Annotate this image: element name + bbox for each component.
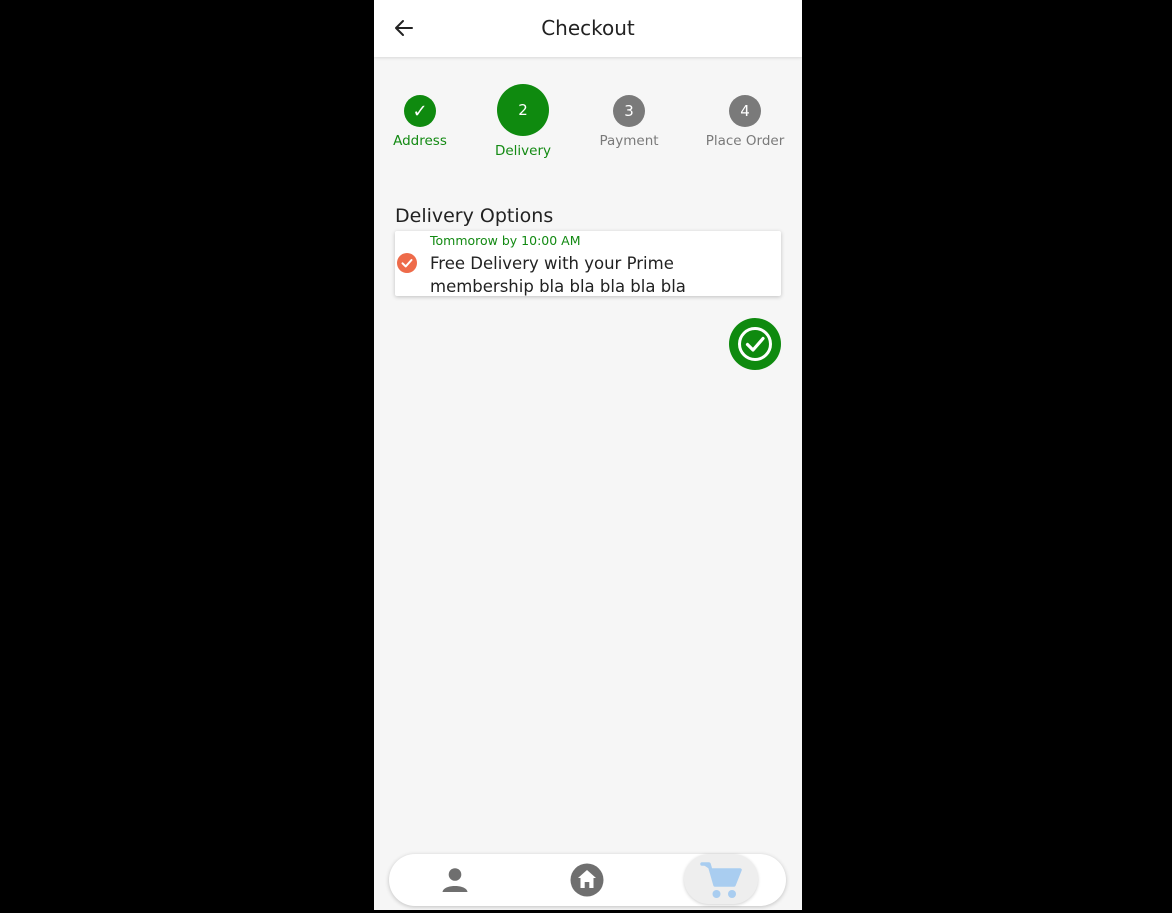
nav-profile[interactable] <box>433 854 477 906</box>
step-address[interactable]: ✓ Address <box>390 95 450 149</box>
step-label: Delivery <box>494 143 552 159</box>
step-label: Address <box>393 133 447 149</box>
delivery-option[interactable]: Tommorow by 10:00 AM Free Delivery with … <box>395 231 781 296</box>
nav-home[interactable] <box>565 854 609 906</box>
step-place-order[interactable]: 4 Place Order <box>705 95 785 149</box>
shopping-cart-icon <box>700 862 742 898</box>
home-icon <box>570 863 604 897</box>
delivery-description: Free Delivery with your Prime membership… <box>430 254 686 296</box>
page-title: Checkout <box>541 16 635 40</box>
step-label: Payment <box>599 133 659 149</box>
section-title: Delivery Options <box>395 205 554 227</box>
step-label: Place Order <box>705 133 785 149</box>
confirm-delivery-button[interactable] <box>729 318 781 370</box>
check-circle-outline-icon <box>738 327 772 361</box>
step-payment[interactable]: 3 Payment <box>594 95 664 149</box>
nav-cart[interactable] <box>697 854 745 906</box>
bottom-nav <box>389 854 786 906</box>
step-number: 3 <box>613 95 645 127</box>
app-bar: Checkout <box>374 0 802 57</box>
check-circle-icon <box>397 253 417 273</box>
checkout-screen: Checkout ✓ Address 2 Delivery 3 Payment … <box>374 0 802 910</box>
step-number: 2 <box>497 84 549 136</box>
delivery-time: Tommorow by 10:00 AM <box>430 233 581 248</box>
step-number: 4 <box>729 95 761 127</box>
step-delivery[interactable]: 2 Delivery <box>491 84 555 159</box>
step-done-check-icon: ✓ <box>404 95 436 127</box>
person-icon <box>442 868 468 892</box>
